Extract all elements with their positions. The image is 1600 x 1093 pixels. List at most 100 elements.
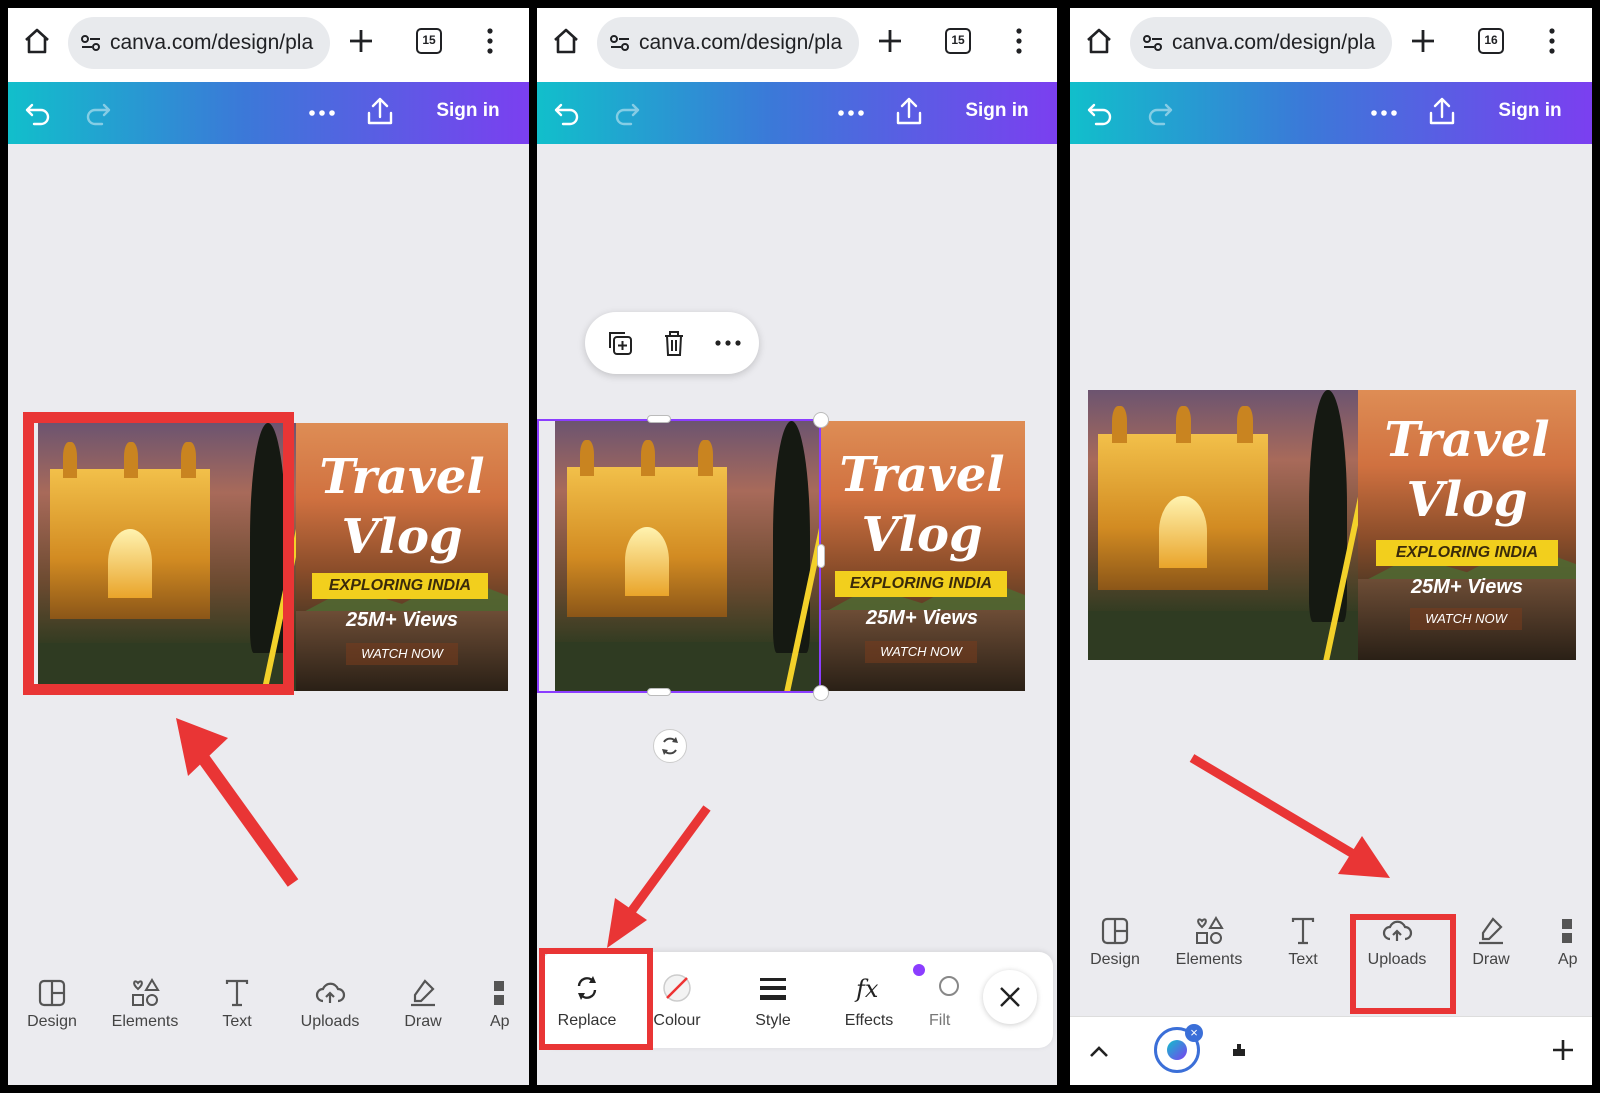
rotate-handle[interactable]: [653, 729, 687, 763]
title-travel: Travel: [839, 447, 1005, 503]
nav-elements[interactable]: Elements: [1164, 903, 1254, 969]
style-button[interactable]: Style: [727, 952, 819, 1030]
views-text: 25M+ Views: [865, 607, 979, 629]
new-tab-icon[interactable]: [1410, 28, 1436, 54]
canva-app-bubble[interactable]: ×: [1154, 1024, 1203, 1073]
gateway-photo[interactable]: [1088, 390, 1358, 660]
apps-grid-icon: [1562, 919, 1572, 943]
nav-draw[interactable]: Draw: [1446, 903, 1536, 969]
nav-elements[interactable]: Elements: [100, 965, 190, 1031]
nav-text[interactable]: Text: [192, 965, 282, 1031]
close-edit-toolbar-button[interactable]: [983, 970, 1037, 1024]
design-canvas[interactable]: Travel Vlog EXPLORING INDIA 25M+ Views W…: [1088, 390, 1576, 660]
design-icon: [38, 979, 66, 1007]
resize-handle-top[interactable]: [647, 415, 671, 423]
browser-menu-icon[interactable]: [480, 26, 500, 56]
more-icon[interactable]: [713, 328, 743, 358]
nav-elements-label: Elements: [1175, 951, 1243, 968]
title-vlog: Vlog: [341, 509, 463, 565]
style-lines-icon: [760, 978, 786, 1000]
gateway-of-india-image: [1098, 405, 1268, 590]
nav-design-label: Design: [1090, 951, 1140, 968]
draw-icon: [1479, 917, 1503, 945]
tab-count-button[interactable]: 15: [945, 28, 971, 54]
step3-screenshot: canva.com/design/pla 16 Sign in Travel V…: [1070, 8, 1592, 1085]
close-bubble-icon[interactable]: ×: [1185, 1024, 1203, 1042]
text-icon: [225, 979, 249, 1007]
title-background: Travel Vlog EXPLORING INDIA 25M+ Views W…: [819, 421, 1025, 691]
filter-button[interactable]: Filt: [919, 952, 979, 1030]
sign-in-button[interactable]: Sign in: [947, 100, 1047, 122]
step1-screenshot: canva.com/design/pla 15 Sign in Travel V…: [8, 8, 529, 1085]
tab-count-button[interactable]: 16: [1478, 28, 1504, 54]
sign-in-button[interactable]: Sign in: [418, 100, 518, 122]
sign-in-button[interactable]: Sign in: [1480, 100, 1580, 122]
chevron-up-icon[interactable]: [1086, 1039, 1112, 1065]
undo-icon[interactable]: [1086, 99, 1114, 127]
add-icon[interactable]: [1550, 1037, 1576, 1063]
step2-screenshot: canva.com/design/pla 15 Sign in Travel V…: [537, 8, 1057, 1085]
nav-design[interactable]: Design: [8, 965, 97, 1031]
more-options-icon[interactable]: [306, 99, 338, 127]
nav-design[interactable]: Design: [1070, 903, 1160, 969]
nav-apps[interactable]: Ap: [472, 965, 529, 1031]
views-text: 25M+ Views: [345, 609, 459, 631]
home-icon[interactable]: [551, 26, 581, 56]
share-icon[interactable]: [1427, 95, 1457, 127]
more-options-icon[interactable]: [835, 99, 867, 127]
url-text: canva.com/design/pla: [1172, 31, 1376, 54]
site-settings-icon[interactable]: [609, 32, 631, 54]
nav-uploads[interactable]: Uploads: [285, 965, 375, 1031]
home-icon[interactable]: [22, 26, 52, 56]
highlight-box: [1350, 914, 1456, 1014]
redo-icon[interactable]: [1146, 99, 1174, 127]
undo-icon[interactable]: [24, 99, 52, 127]
cloud-upload-icon: [315, 982, 346, 1003]
new-tab-icon[interactable]: [348, 28, 374, 54]
share-icon[interactable]: [894, 95, 924, 127]
redo-icon[interactable]: [84, 99, 112, 127]
url-field[interactable]: canva.com/design/pla: [1130, 17, 1392, 69]
exploring-india-banner: EXPLORING INDIA: [1376, 540, 1558, 566]
delete-icon[interactable]: [659, 328, 689, 358]
tab-count-button[interactable]: 15: [416, 28, 442, 54]
watch-now-text: WATCH NOW: [1410, 608, 1522, 630]
nav-draw-label: Draw: [1472, 951, 1510, 968]
url-field[interactable]: canva.com/design/pla: [597, 17, 859, 69]
views-text: 25M+ Views: [1410, 576, 1524, 598]
nav-text[interactable]: Text: [1258, 903, 1348, 969]
filter-label: Filt: [929, 1012, 951, 1029]
corner-handle-bottom-right[interactable]: [813, 685, 829, 701]
site-settings-icon[interactable]: [1142, 32, 1164, 54]
title-vlog: Vlog: [861, 507, 983, 563]
bottom-nav: Design Elements Text Uploads Draw Ap: [1070, 903, 1592, 993]
nav-draw-label: Draw: [404, 1013, 442, 1030]
resize-handle-right[interactable]: [817, 544, 825, 568]
undo-icon[interactable]: [553, 99, 581, 127]
site-settings-icon[interactable]: [80, 32, 102, 54]
share-icon[interactable]: [365, 95, 395, 127]
title-background: Travel Vlog EXPLORING INDIA 25M+ Views W…: [1358, 390, 1576, 660]
incognito-icon[interactable]: [1230, 1041, 1248, 1059]
browser-menu-icon[interactable]: [1542, 26, 1562, 56]
nav-apps-label: Ap: [1558, 951, 1578, 968]
more-options-icon[interactable]: [1368, 99, 1400, 127]
title-background: Travel Vlog EXPLORING INDIA 25M+ Views W…: [296, 423, 508, 691]
selection-frame: [537, 419, 821, 693]
effects-button[interactable]: fx Effects: [823, 952, 915, 1030]
new-tab-icon[interactable]: [877, 28, 903, 54]
resize-handle-bottom[interactable]: [647, 688, 671, 696]
url-field[interactable]: canva.com/design/pla: [68, 17, 330, 69]
red-arrow: [176, 718, 299, 887]
browser-menu-icon[interactable]: [1009, 26, 1029, 56]
duplicate-icon[interactable]: [605, 328, 635, 358]
svg-text:fx: fx: [854, 975, 879, 1003]
nav-apps[interactable]: Ap: [1540, 903, 1592, 969]
mini-app-tray: ×: [1070, 1016, 1592, 1085]
nav-draw[interactable]: Draw: [378, 965, 468, 1031]
corner-handle-top-right[interactable]: [813, 412, 829, 428]
design-icon: [1101, 917, 1129, 945]
watch-now-text: WATCH NOW: [346, 643, 458, 665]
home-icon[interactable]: [1084, 26, 1114, 56]
redo-icon[interactable]: [613, 99, 641, 127]
